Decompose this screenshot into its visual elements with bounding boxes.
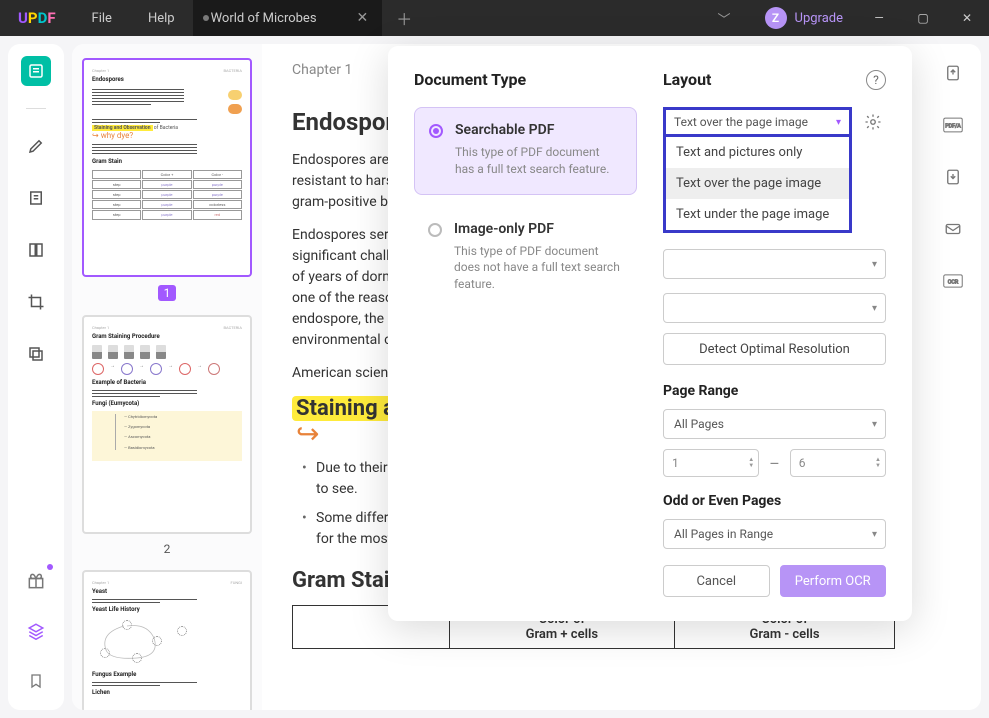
thumbnail-panel: Chapter 1BACTERIA Endospores Staining an…	[72, 44, 262, 710]
layout-dropdown: Text and pictures only Text over the pag…	[663, 137, 852, 233]
resolution-select[interactable]	[663, 293, 886, 323]
redact-tool-icon[interactable]	[21, 339, 51, 369]
menu-help[interactable]: Help	[130, 11, 193, 26]
close-window-icon[interactable]: ✕	[945, 0, 989, 36]
page-number: 2	[82, 542, 252, 556]
layers-icon[interactable]	[21, 616, 51, 646]
image-only-pdf-option[interactable]: Image-only PDF This type of PDF document…	[414, 207, 637, 309]
document-type-heading: Document Type	[414, 70, 637, 89]
radio-icon	[428, 223, 442, 237]
option-description: This type of PDF document does not have …	[454, 243, 621, 293]
odd-even-select[interactable]: All Pages in Range	[663, 519, 886, 549]
layout-option[interactable]: Text and pictures only	[666, 137, 849, 168]
option-title: Image-only PDF	[454, 221, 621, 237]
left-toolbar	[8, 44, 64, 710]
option-description: This type of PDF document has a full tex…	[455, 144, 620, 178]
separator	[26, 108, 46, 109]
avatar: Z	[765, 7, 787, 29]
organize-tool-icon[interactable]	[21, 235, 51, 265]
svg-text:PDF/A: PDF/A	[945, 123, 961, 129]
pdfa-icon[interactable]: PDF/A	[938, 110, 968, 140]
layout-select[interactable]: Text over the page image	[663, 107, 852, 137]
right-toolbar: PDF/A OCR	[925, 44, 981, 710]
perform-ocr-button[interactable]: Perform OCR	[780, 565, 887, 597]
radio-icon	[429, 124, 443, 138]
document-tab[interactable]: World of Microbes ✕	[193, 0, 383, 36]
page-thumbnail[interactable]: Chapter 1BACTERIA Gram Staining Procedur…	[82, 315, 252, 534]
crop-tool-icon[interactable]	[21, 287, 51, 317]
add-tab-button[interactable]: ＋	[382, 6, 426, 30]
ocr-icon[interactable]: OCR	[938, 266, 968, 296]
page-range-select[interactable]: All Pages	[663, 409, 886, 439]
edit-tool-icon[interactable]	[21, 183, 51, 213]
layout-option[interactable]: Text over the page image	[666, 168, 849, 199]
searchable-pdf-option[interactable]: Searchable PDF This type of PDF document…	[414, 107, 637, 195]
flatten-icon[interactable]	[938, 162, 968, 192]
upgrade-button[interactable]: Z Upgrade	[751, 7, 857, 29]
maximize-icon[interactable]: ▢	[901, 0, 945, 36]
odd-even-label: Odd or Even Pages	[663, 493, 886, 509]
menu-file[interactable]: File	[74, 11, 130, 26]
page-range-label: Page Range	[663, 383, 886, 399]
email-icon[interactable]	[938, 214, 968, 244]
tab-indicator-dot	[203, 15, 209, 21]
upgrade-label: Upgrade	[795, 11, 843, 26]
option-title: Searchable PDF	[455, 122, 620, 138]
window-controls: — ▢ ✕	[857, 0, 989, 36]
range-from-input[interactable]: 1▲▼	[663, 449, 759, 477]
page-thumbnail[interactable]: Chapter 1FUNGI Yeast Yeast Life History …	[82, 570, 252, 710]
app-logo: UPDF	[0, 9, 74, 27]
ocr-dialog: ? Document Type Searchable PDF This type…	[388, 46, 912, 621]
annotate-tool-icon[interactable]	[21, 131, 51, 161]
titlebar: UPDF File Help World of Microbes ✕ ＋ ﹀ Z…	[0, 0, 989, 36]
page-thumbnail[interactable]: Chapter 1BACTERIA Endospores Staining an…	[82, 58, 252, 277]
minimize-icon[interactable]: —	[857, 0, 901, 36]
reader-tool-icon[interactable]	[21, 56, 51, 86]
detect-resolution-button[interactable]: Detect Optimal Resolution	[663, 333, 886, 365]
cancel-button[interactable]: Cancel	[663, 565, 770, 597]
range-to-input[interactable]: 6▲▼	[790, 449, 886, 477]
tab-title: World of Microbes	[211, 11, 317, 26]
range-separator: –	[769, 454, 780, 473]
export-icon[interactable]	[938, 58, 968, 88]
bookmark-icon[interactable]	[21, 666, 51, 696]
gift-icon[interactable]	[21, 566, 51, 596]
gear-icon[interactable]	[860, 109, 886, 135]
layout-heading: Layout	[663, 70, 886, 89]
page-number: 1	[158, 285, 176, 301]
language-select[interactable]	[663, 249, 886, 279]
layout-option[interactable]: Text under the page image	[666, 199, 849, 230]
close-tab-icon[interactable]: ✕	[357, 10, 369, 26]
svg-text:OCR: OCR	[948, 279, 959, 285]
tabs-overflow-icon[interactable]: ﹀	[698, 9, 751, 28]
